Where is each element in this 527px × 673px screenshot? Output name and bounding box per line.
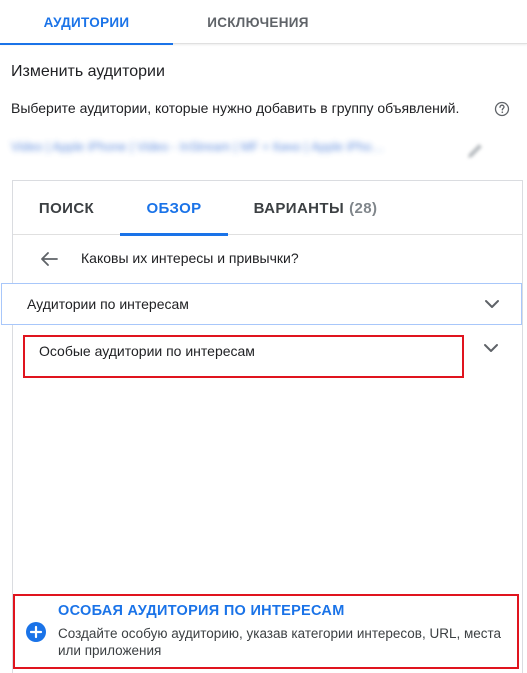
active-tab-indicator [0,43,173,45]
breadcrumb-text: Каковы их интересы и привычки? [81,250,299,266]
instruction-text: Выберите аудитории, которые нужно добави… [11,100,460,116]
category-label: Особые аудитории по интересам [39,343,255,359]
tab-ideas-count: (28) [349,199,378,217]
tab-exclusions[interactable]: ИСКЛЮЧЕНИЯ [173,0,343,44]
create-description: Создайте особую аудиторию, указав катего… [58,626,502,658]
top-tab-bar: АУДИТОРИИ ИСКЛЮЧЕНИЯ [0,0,527,45]
plus-circle-icon [26,622,46,642]
tab-audiences-label: АУДИТОРИИ [43,14,130,30]
category-label: Аудитории по интересам [27,296,189,312]
page-title: Изменить аудитории [11,63,165,80]
tab-search[interactable]: ПОИСК [13,181,120,235]
tab-exclusions-label: ИСКЛЮЧЕНИЯ [207,14,309,30]
category-interest-audiences[interactable]: Аудитории по интересам [1,283,522,325]
browser-tab-bar: ПОИСК ОБЗОР ВАРИАНТЫ (28) [13,181,522,236]
chevron-down-icon[interactable] [481,338,501,358]
create-custom-audience-button[interactable]: ОСОБАЯ АУДИТОРИЯ ПО ИНТЕРЕСАМ Создайте о… [13,593,522,673]
ad-group-path: Video | Apple iPhone | Video - InStream … [11,140,385,154]
create-title: ОСОБАЯ АУДИТОРИЯ ПО ИНТЕРЕСАМ [58,603,345,619]
tab-ideas[interactable]: ВАРИАНТЫ (28) [228,181,403,235]
pencil-icon[interactable] [464,140,486,162]
tab-search-label: ПОИСК [38,199,95,217]
tab-browse-label: ОБЗОР [146,199,202,217]
tab-ideas-label: ВАРИАНТЫ [253,199,345,217]
back-arrow-icon[interactable] [38,248,60,270]
category-custom-interest-audiences[interactable]: Особые аудитории по интересам [12,326,521,378]
chevron-down-icon[interactable] [482,294,502,314]
breadcrumb: Каковы их интересы и привычки? [13,235,522,282]
tab-audiences[interactable]: АУДИТОРИИ [0,0,173,45]
help-icon[interactable] [494,101,510,117]
tab-browse[interactable]: ОБЗОР [120,181,228,236]
